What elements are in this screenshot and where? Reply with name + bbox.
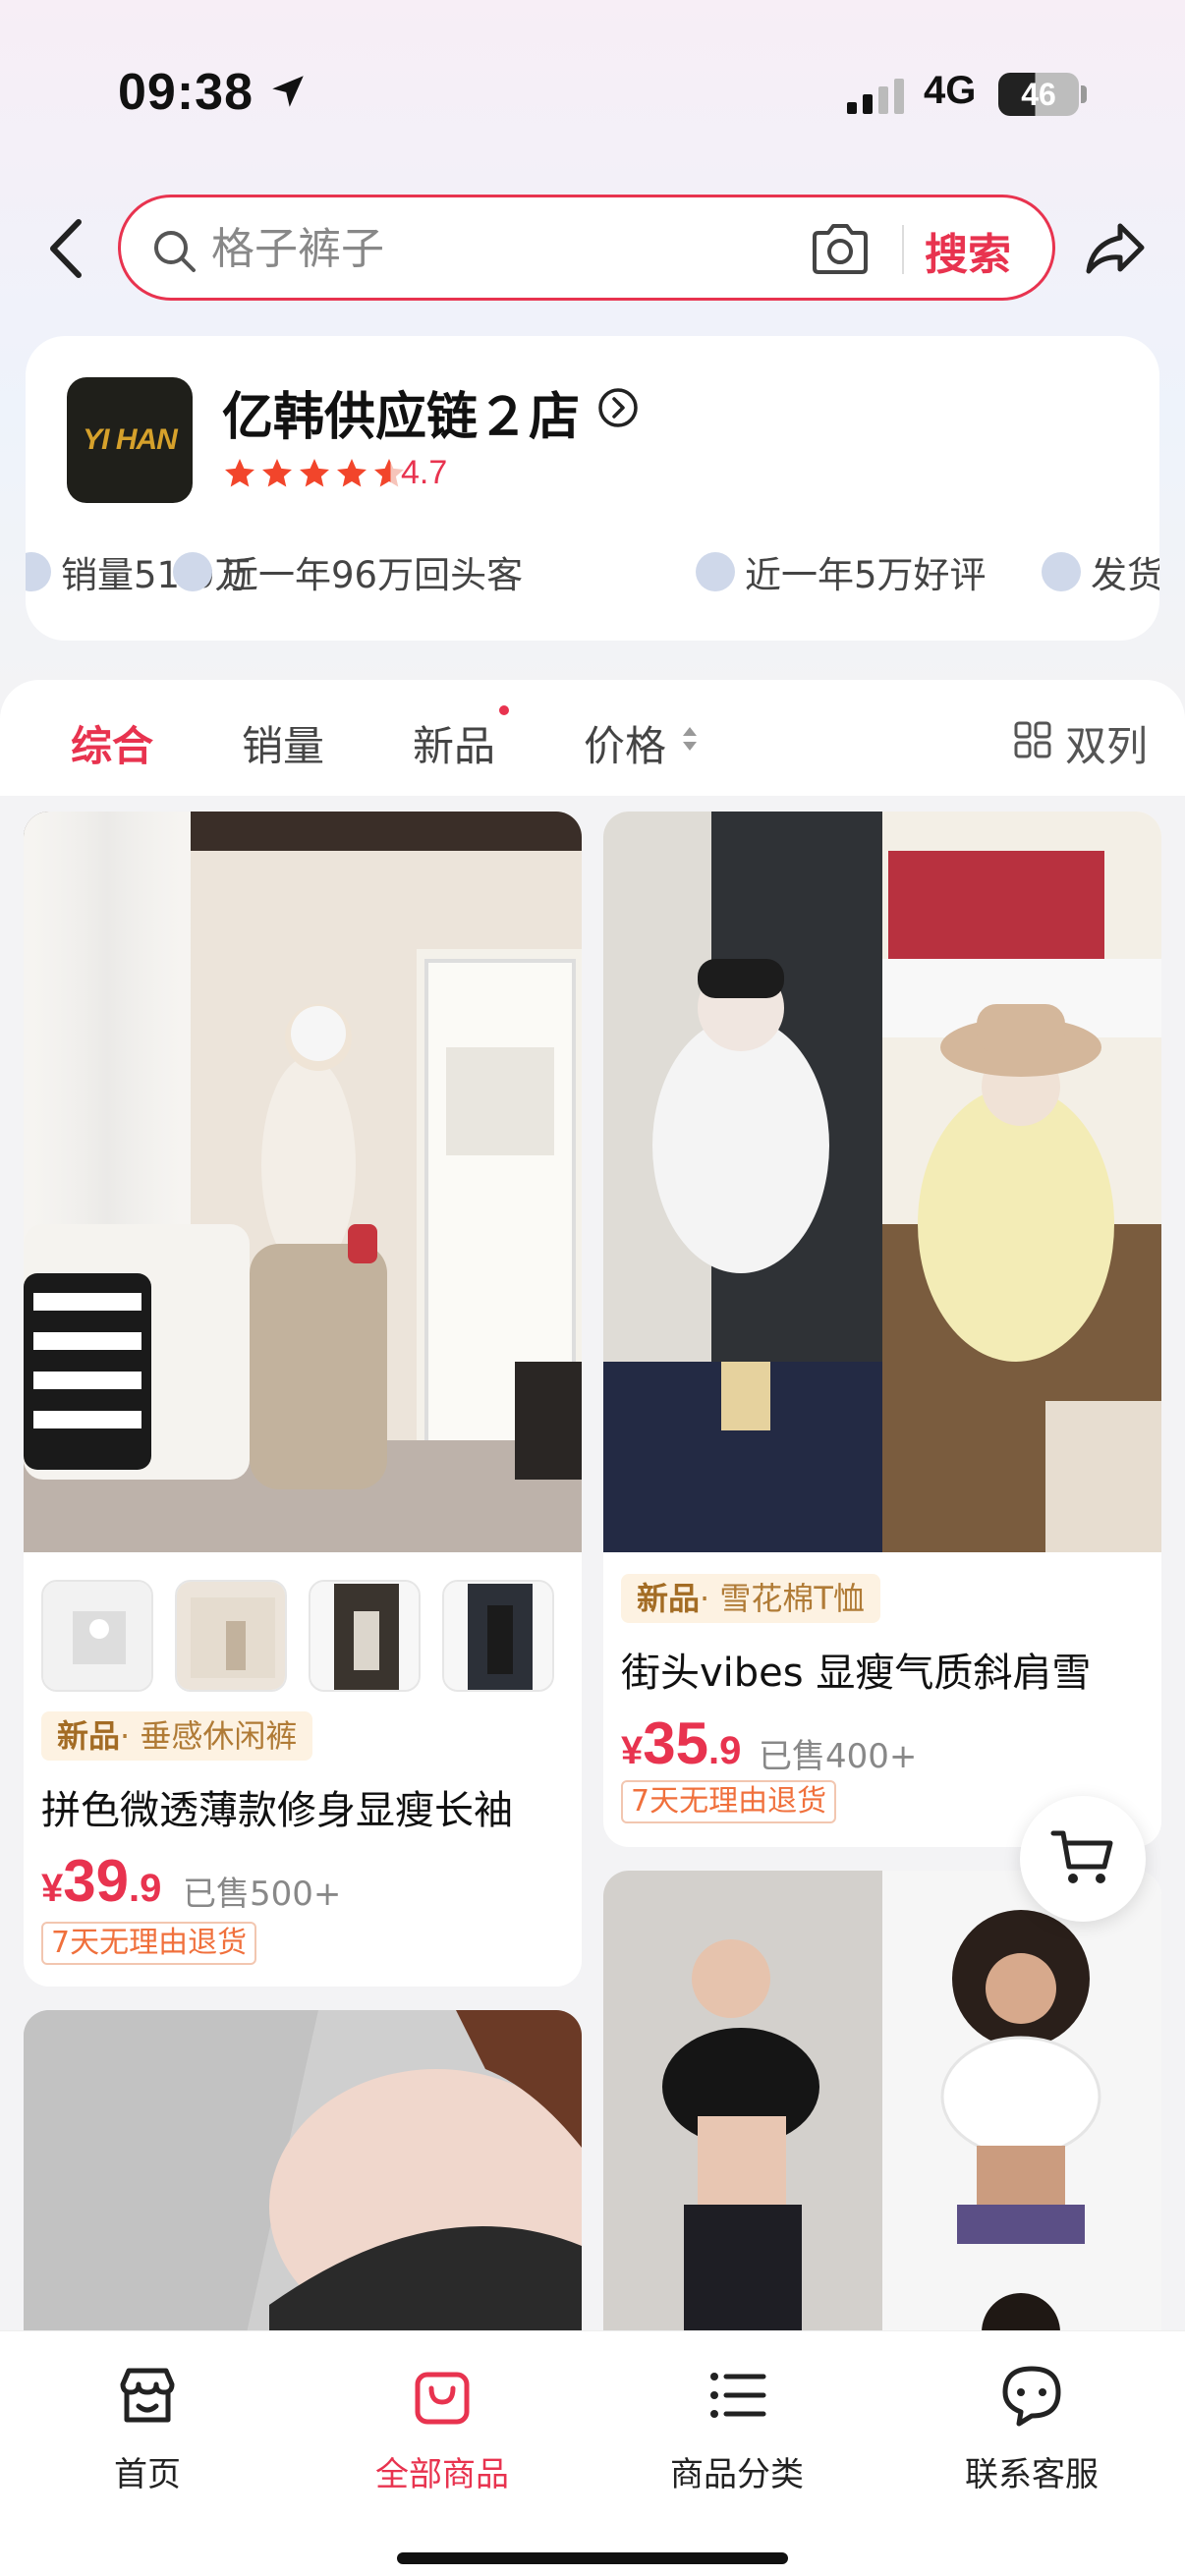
home-indicator (397, 2552, 788, 2564)
price-integer: 39 (63, 1848, 129, 1914)
tab-sales[interactable]: 销量 (242, 713, 324, 773)
sold-count: 已售400+ (759, 1737, 918, 1776)
tag-prefix: 新品 (57, 1717, 121, 1755)
product-image[interactable] (24, 2010, 582, 2364)
tag-text: · 垂感休闲裤 (120, 1717, 298, 1755)
nav-all-products-label: 全部商品 (375, 2455, 509, 2494)
tab-new[interactable]: 新品 (413, 713, 495, 773)
search-bar[interactable]: 搜索 (118, 195, 1055, 301)
status-bar: 09:38 4G 46 (0, 0, 1185, 187)
stat-shipping: 发货 (1042, 542, 1159, 601)
star-full-icon (225, 459, 254, 487)
stat-reviews-label: 近一年5万好评 (745, 554, 987, 596)
stat-repeat-customers: 近一年96万回头客 (173, 542, 523, 601)
nav-home[interactable]: 首页 (49, 2361, 246, 2495)
location-arrow-icon (272, 76, 304, 107)
tag-prefix: 新品 (637, 1580, 701, 1617)
product-tag: 新品· 雪花棉T恤 (621, 1574, 880, 1623)
tab-comprehensive[interactable]: 综合 (71, 713, 153, 773)
product-card[interactable] (603, 1871, 1161, 2362)
sales-badge-icon (26, 552, 51, 591)
heart-icon (696, 552, 735, 591)
camera-icon[interactable] (809, 221, 872, 278)
return-policy-badge: 7天无理由退货 (41, 1922, 257, 1965)
product-card[interactable] (24, 2010, 582, 2364)
star-full-icon (300, 459, 329, 487)
status-time: 09:38 (118, 64, 254, 121)
product-card[interactable]: 新品· 雪花棉T恤 街头vibes 显瘦气质斜肩雪 ¥35.9 已售400+ 7… (603, 812, 1161, 1847)
shopping-bag-icon (415, 2372, 470, 2425)
thumbnail[interactable] (442, 1580, 554, 1692)
chevron-right-circle-icon[interactable] (597, 387, 639, 428)
nav-customer-service-label: 联系客服 (965, 2455, 1099, 2494)
shopping-cart-icon (1050, 1830, 1113, 1883)
sort-arrows-icon (683, 727, 697, 751)
price-decimal: .9 (708, 1729, 742, 1772)
thumbnail[interactable] (175, 1580, 287, 1692)
store-info-card[interactable]: YI HAN 亿韩供应链２店 4.7 销量51.0万 近一年96万回头客 近一年… (26, 336, 1159, 641)
store-rating: 4.7 (401, 454, 448, 491)
thumbnail[interactable] (309, 1580, 421, 1692)
nav-customer-service[interactable]: 联系客服 (933, 2361, 1130, 2495)
battery-tip (1081, 85, 1087, 103)
store-logo[interactable]: YI HAN (67, 377, 193, 503)
battery-level: 46 (1021, 77, 1056, 112)
price-currency: ¥ (621, 1729, 644, 1772)
return-policy-badge: 7天无理由退货 (621, 1780, 837, 1823)
chat-bubble-icon (1002, 2366, 1061, 2427)
stat-repeat-label: 近一年96万回头客 (222, 554, 524, 596)
price-integer: 35 (643, 1710, 708, 1776)
product-image[interactable] (603, 812, 1161, 1552)
cellular-signal-icon (847, 79, 904, 114)
list-icon (710, 2373, 766, 2418)
thumbnail-strip (41, 1580, 554, 1692)
network-type: 4G (924, 69, 977, 112)
search-icon (154, 231, 196, 272)
store-home-icon (120, 2368, 175, 2423)
price-currency: ¥ (41, 1867, 64, 1910)
nav-all-products[interactable]: 全部商品 (344, 2361, 540, 2495)
product-price: ¥39.9 (41, 1847, 161, 1915)
store-name[interactable]: 亿韩供应链２店 (222, 375, 580, 449)
cart-button[interactable] (1020, 1796, 1146, 1922)
nav-home-label: 首页 (114, 2455, 181, 2494)
product-tag: 新品· 垂感休闲裤 (41, 1711, 313, 1761)
lightning-icon (1042, 552, 1081, 591)
nav-categories[interactable]: 商品分类 (639, 2361, 835, 2495)
product-image[interactable] (24, 812, 582, 1552)
sold-count: 已售500+ (183, 1875, 342, 1914)
grid-view-icon[interactable] (1014, 721, 1051, 758)
product-price: ¥35.9 (621, 1709, 741, 1777)
price-decimal: .9 (129, 1867, 162, 1910)
product-title[interactable]: 街头vibes 显瘦气质斜肩雪 (621, 1641, 1152, 1698)
back-arrow-icon[interactable] (39, 214, 94, 283)
store-stats-row: 销量51.0万 近一年96万回头客 近一年5万好评 发货 (26, 542, 1159, 601)
star-full-icon (337, 459, 367, 487)
product-title[interactable]: 拼色微透薄款修身显瘦长袖 (41, 1778, 572, 1835)
sort-tabs: 综合 销量 新品 价格 双列 (0, 680, 1185, 796)
thumbnail[interactable] (41, 1580, 153, 1692)
stat-good-reviews: 近一年5万好评 (696, 542, 987, 601)
user-icon (173, 552, 212, 591)
product-card[interactable]: 新品· 垂感休闲裤 拼色微透薄款修身显瘦长袖 ¥39.9 已售500+ 7天无理… (24, 812, 582, 1987)
rating-stars (222, 456, 407, 495)
search-input[interactable] (211, 219, 762, 278)
star-full-icon (262, 459, 292, 487)
search-divider (902, 225, 904, 274)
dual-column-toggle[interactable]: 双列 (1065, 713, 1148, 773)
new-indicator-dot (499, 705, 509, 715)
bottom-navigation: 首页 全部商品 商品分类 联系客服 (0, 2330, 1185, 2576)
search-button[interactable]: 搜索 (925, 219, 1011, 282)
tab-price[interactable]: 价格 (584, 713, 666, 773)
stat-shipping-label: 发货 (1091, 554, 1159, 596)
share-icon[interactable] (1081, 214, 1150, 283)
nav-categories-label: 商品分类 (670, 2455, 804, 2494)
tag-text: · 雪花棉T恤 (700, 1580, 865, 1617)
product-image[interactable] (603, 1871, 1161, 2362)
